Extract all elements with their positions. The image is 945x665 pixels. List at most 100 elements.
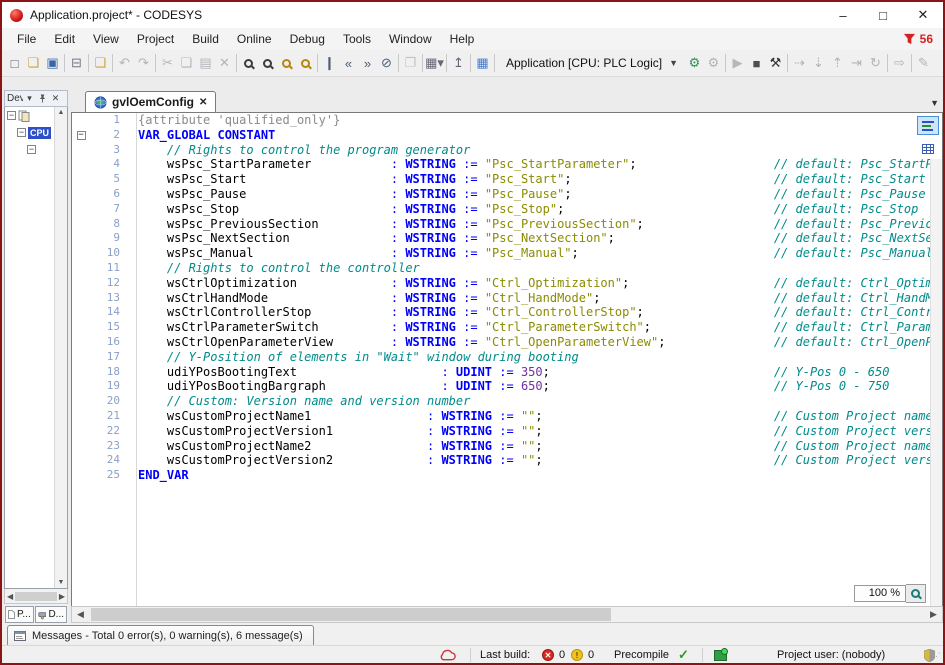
- code-line[interactable]: 23 wsCustomProjectName2 : WSTRING := "";…: [72, 439, 942, 454]
- menu-item-debug[interactable]: Debug: [281, 30, 334, 48]
- copy-project-button[interactable]: ❑: [91, 53, 110, 74]
- code-line[interactable]: 18 udiYPosBootingText : UDINT := 350; //…: [72, 365, 942, 380]
- code-line[interactable]: 3 // Rights to control the program gener…: [72, 143, 942, 158]
- paste-button[interactable]: ▤: [196, 53, 215, 74]
- code-line[interactable]: 16 wsCtrlOpenParameterView : WSTRING := …: [72, 335, 942, 350]
- code-line[interactable]: 11 // Rights to control the controller: [72, 261, 942, 276]
- find-in-files-button[interactable]: [277, 53, 296, 74]
- redo-button[interactable]: ↷: [134, 53, 153, 74]
- insert-table-dropdown-button[interactable]: ▦▾: [425, 53, 444, 74]
- messages-panel-tab[interactable]: Messages - Total 0 error(s), 0 warning(s…: [7, 625, 314, 645]
- start-button[interactable]: ▶: [728, 53, 747, 74]
- maximize-button[interactable]: □: [863, 2, 903, 28]
- active-application-combo[interactable]: Application [CPU: PLC Logic]▼: [500, 53, 682, 73]
- save-project-button[interactable]: ▣: [43, 53, 62, 74]
- bookmark-next-button[interactable]: »: [358, 53, 377, 74]
- scroll-thumb[interactable]: [15, 592, 57, 601]
- tabular-view-button[interactable]: [917, 139, 939, 158]
- tree-vertical-scrollbar[interactable]: ▲▼: [54, 107, 67, 588]
- print-button[interactable]: ⊟: [67, 53, 86, 74]
- run-to-cursor-button[interactable]: ⇥: [847, 53, 866, 74]
- quick-replace-button[interactable]: [258, 53, 277, 74]
- code-line[interactable]: 12 wsCtrlOptimization : WSTRING := "Ctrl…: [72, 276, 942, 291]
- login-button[interactable]: ⚙: [685, 53, 704, 74]
- bookmark-toggle-button[interactable]: ❙: [320, 53, 339, 74]
- close-button[interactable]: ✕: [903, 2, 943, 28]
- build-button[interactable]: ▦: [473, 53, 492, 74]
- cut-button[interactable]: ✂: [158, 53, 177, 74]
- cpu-device-node[interactable]: CPU: [28, 127, 51, 139]
- code-line[interactable]: 1{attribute 'qualified_only'}: [72, 113, 942, 128]
- resize-grip[interactable]: ⋰: [932, 651, 941, 662]
- cloud-status-icon[interactable]: [439, 646, 456, 664]
- logout-button[interactable]: ⚙: [704, 53, 723, 74]
- forward-button[interactable]: ⇨: [890, 53, 909, 74]
- code-line[interactable]: 4 wsPsc_StartParameter : WSTRING := "Psc…: [72, 157, 942, 172]
- scroll-down-icon[interactable]: ▼: [58, 577, 65, 588]
- menu-item-build[interactable]: Build: [183, 30, 228, 48]
- textual-view-button[interactable]: [917, 116, 939, 135]
- pin-icon[interactable]: [36, 94, 49, 103]
- collapse-icon[interactable]: −: [27, 145, 36, 154]
- code-line[interactable]: 25END_VAR: [72, 468, 942, 483]
- reset-button[interactable]: ↻: [866, 53, 885, 74]
- code-line[interactable]: 15 wsCtrlParameterSwitch : WSTRING := "C…: [72, 320, 942, 335]
- code-line[interactable]: 22 wsCustomProjectVersion1 : WSTRING := …: [72, 424, 942, 439]
- scroll-left-icon[interactable]: ◀: [72, 609, 89, 620]
- open-project-button[interactable]: ❏: [24, 53, 43, 74]
- menu-item-online[interactable]: Online: [228, 30, 281, 48]
- menu-item-help[interactable]: Help: [441, 30, 484, 48]
- tab-gvloemconfig[interactable]: gvlOemConfig ✕: [85, 91, 216, 112]
- code-line[interactable]: 19 udiYPosBootingBargraph : UDINT := 650…: [72, 379, 942, 394]
- collapse-icon[interactable]: −: [7, 111, 16, 120]
- code-line[interactable]: 7 wsPsc_Stop : WSTRING := "Psc_Stop"; //…: [72, 202, 942, 217]
- device-status-icon[interactable]: [714, 646, 727, 664]
- export-button[interactable]: ↥: [449, 53, 468, 74]
- menu-item-tools[interactable]: Tools: [334, 30, 380, 48]
- code-line[interactable]: 13 wsCtrlHandMode : WSTRING := "Ctrl_Han…: [72, 291, 942, 306]
- code-line[interactable]: 9 wsPsc_NextSection : WSTRING := "Psc_Ne…: [72, 231, 942, 246]
- replace-in-files-button[interactable]: [296, 53, 315, 74]
- fold-collapse-icon[interactable]: −: [72, 128, 90, 143]
- undo-button[interactable]: ↶: [115, 53, 134, 74]
- menu-item-window[interactable]: Window: [380, 30, 441, 48]
- panel-menu-icon[interactable]: ▾: [23, 93, 36, 104]
- code-line[interactable]: 5 wsPsc_Start : WSTRING := "Psc_Start"; …: [72, 172, 942, 187]
- code-line[interactable]: 24 wsCustomProjectVersion2 : WSTRING := …: [72, 453, 942, 468]
- collapse-icon[interactable]: −: [17, 128, 26, 137]
- editor-vertical-scrollbar[interactable]: [930, 159, 942, 606]
- code-line[interactable]: −2VAR_GLOBAL CONSTANT: [72, 128, 942, 143]
- scroll-right-icon[interactable]: ▶: [59, 592, 65, 601]
- code-line[interactable]: 21 wsCustomProjectName1 : WSTRING := "";…: [72, 409, 942, 424]
- step-into-button[interactable]: ⇣: [809, 53, 828, 74]
- zoom-button[interactable]: [906, 584, 926, 603]
- step-over-button[interactable]: ⇢: [790, 53, 809, 74]
- menu-item-edit[interactable]: Edit: [45, 30, 84, 48]
- menu-item-view[interactable]: View: [84, 30, 128, 48]
- code-line[interactable]: 6 wsPsc_Pause : WSTRING := "Psc_Pause"; …: [72, 187, 942, 202]
- minimize-button[interactable]: –: [823, 2, 863, 28]
- new-file-button[interactable]: □: [5, 53, 24, 74]
- scroll-up-icon[interactable]: ▲: [58, 107, 65, 118]
- delete-button[interactable]: ✕: [215, 53, 234, 74]
- copy-button[interactable]: ❏: [177, 53, 196, 74]
- find-button[interactable]: [239, 53, 258, 74]
- edit-declaration-button[interactable]: ✎: [914, 53, 933, 74]
- tab-close-icon[interactable]: ✕: [199, 97, 207, 108]
- menu-item-project[interactable]: Project: [128, 30, 183, 48]
- tab-devices[interactable]: D...: [35, 606, 67, 623]
- stop-button[interactable]: ■: [747, 53, 766, 74]
- bookmarks-clear-button[interactable]: ⊘: [377, 53, 396, 74]
- bookmark-previous-button[interactable]: «: [339, 53, 358, 74]
- message-filter[interactable]: 56: [903, 32, 933, 46]
- scroll-thumb[interactable]: [91, 608, 611, 621]
- tab-overflow-icon[interactable]: ▼: [930, 98, 939, 108]
- step-out-button[interactable]: ⇡: [828, 53, 847, 74]
- code-line[interactable]: 8 wsPsc_PreviousSection : WSTRING := "Ps…: [72, 217, 942, 232]
- menu-item-file[interactable]: File: [8, 30, 45, 48]
- zoom-level-value[interactable]: 100 %: [854, 585, 906, 602]
- scroll-right-icon[interactable]: ▶: [925, 609, 942, 620]
- panel-close-icon[interactable]: ✕: [49, 93, 62, 104]
- code-line[interactable]: 20 // Custom: Version name and version n…: [72, 394, 942, 409]
- breakpoints-button[interactable]: ⚒: [766, 53, 785, 74]
